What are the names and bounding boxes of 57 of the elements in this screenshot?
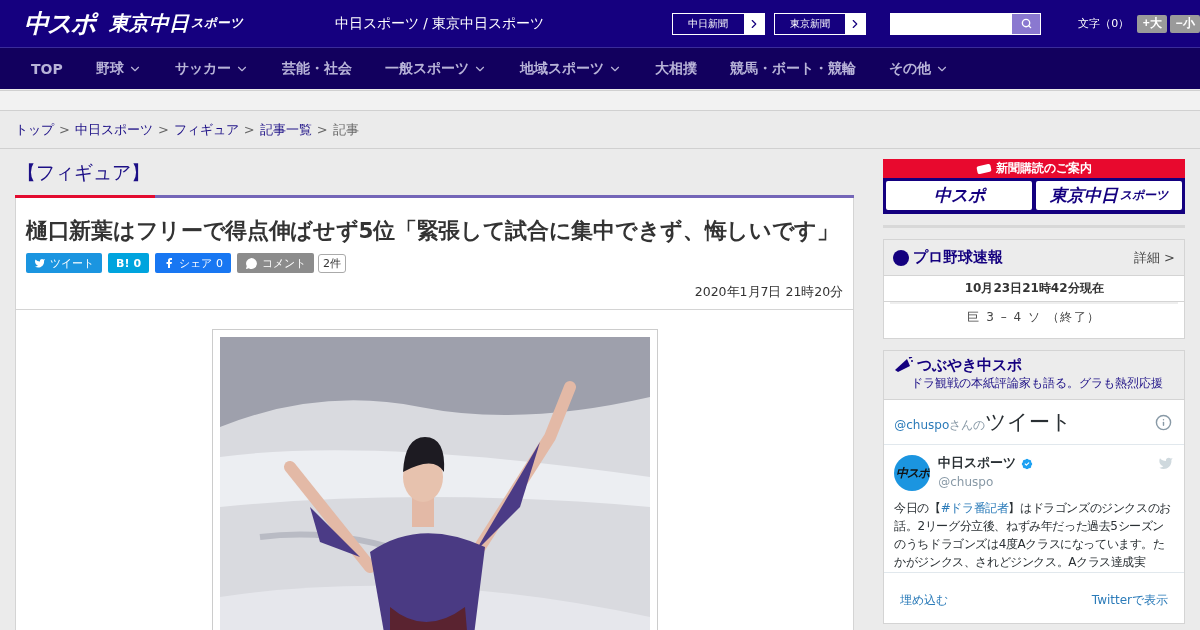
breadcrumb-link[interactable]: 中日スポーツ <box>74 120 153 139</box>
tweets-heading: ツイート <box>985 409 1073 436</box>
nav-item[interactable]: 芸能・社会 <box>281 59 352 78</box>
breadcrumb-link[interactable]: 記事一覧 <box>259 120 312 139</box>
nav-item[interactable]: その他 <box>888 59 949 78</box>
account-avatar[interactable]: 中スポ <box>894 455 931 491</box>
search-field[interactable] <box>890 12 1042 35</box>
ticket-icon <box>976 162 993 175</box>
breadcrumb-link[interactable]: トップ <box>15 120 54 139</box>
breadcrumb-current[interactable]: 記事 <box>332 120 359 139</box>
info-icon[interactable] <box>1155 413 1172 431</box>
breadcrumb-separator: > <box>157 122 169 137</box>
update-time: 10月23日21時42分現在 <box>884 276 1184 302</box>
nav-item[interactable]: 野球 <box>95 59 142 78</box>
site-title: 中日スポーツ / 東京中日スポーツ <box>335 14 545 33</box>
subscription-title: 新聞購読のご案内 <box>996 160 1093 177</box>
nav-item[interactable]: 大相撲 <box>654 59 697 78</box>
nav-item[interactable]: 一般スポーツ <box>384 59 487 78</box>
newspaper-link[interactable]: 中日新聞 <box>672 12 765 35</box>
tokyo-logo[interactable]: 東京中日 <box>109 10 189 37</box>
article-date: 2020年1月7日 21時20分 <box>693 284 844 301</box>
view-on-twitter-link[interactable]: Twitterで表示 <box>1091 592 1168 609</box>
nav-item[interactable]: 地域スポーツ <box>519 59 622 78</box>
baseball-title: プロ野球速報 <box>893 248 1004 267</box>
nav-item[interactable]: TOP <box>31 60 63 77</box>
category-heading: 【フィギュア】 <box>16 160 151 185</box>
tweets-title: つぶやき中スポ <box>893 356 1175 375</box>
article-title: 樋口新葉はフリーで得点伸ばせず5位「緊張して試合に集中できず、悔しいです」 <box>26 217 840 245</box>
comment-count: 2件 <box>318 253 347 273</box>
tokyo-logo-subtext: スポーツ <box>191 15 243 32</box>
account-name[interactable]: 中日スポーツ <box>938 455 1017 472</box>
newspaper-link[interactable]: 東京新聞 <box>773 12 867 35</box>
subscription-banner[interactable]: 新聞購読のご案内 中スポ 東京中日スポーツ <box>883 159 1185 214</box>
details-link[interactable]: 詳細 > <box>1133 248 1175 267</box>
baseball-icon <box>893 249 910 266</box>
hashtag-link[interactable]: #ドラ番記者 <box>940 501 1009 515</box>
search-button[interactable] <box>1012 13 1041 34</box>
handle-suffix: さんの <box>949 418 986 434</box>
font-size-label: 文字（0） <box>1078 16 1130 31</box>
tokyo-chunichi-logo-link[interactable]: 東京中日スポーツ <box>1036 181 1182 210</box>
handle-link[interactable]: @chuspo <box>894 418 950 432</box>
tweets-subtitle: ドラ観戦の本紙評論家も語る。グラも熱烈応援 <box>911 375 1165 392</box>
chuspo-logo-link[interactable]: 中スポ <box>886 181 1033 210</box>
nav-item[interactable]: 競馬・ボート・競輪 <box>729 59 856 78</box>
megaphone-icon <box>893 356 914 375</box>
facebook-share-button[interactable]: シェア 0 <box>155 253 232 273</box>
embed-link[interactable]: 埋め込む <box>900 592 949 609</box>
nav-item[interactable]: サッカー <box>174 59 249 78</box>
tweet-text: 今日の【#ドラ番記者】はドラゴンズのジンクスのお話。2リーグ分立後、ねずみ年だった過去5シーズンのうちドラゴンズは4度Aクラスになっています。たかがジンクス、されどジンクス。Aクラス達成実 <box>894 500 1172 571</box>
speech-bubble-icon <box>245 256 259 270</box>
bird-icon <box>34 257 46 269</box>
breadcrumb-separator: > <box>243 122 255 137</box>
search-icon <box>1020 18 1032 29</box>
breadcrumb-separator: > <box>59 122 70 137</box>
breadcrumb-separator: > <box>316 122 328 137</box>
game-score: 巨 3 – 4 ソ （終了） <box>890 302 1178 338</box>
breadcrumb-link[interactable]: フィギュア <box>173 120 239 139</box>
